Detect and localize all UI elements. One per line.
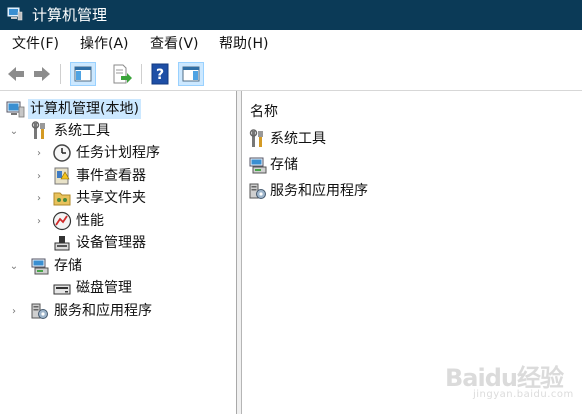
chevron-right-icon[interactable]: › <box>9 307 19 317</box>
event-viewer-icon <box>54 167 70 185</box>
tree-label: 任务计划程序 <box>76 145 160 161</box>
services-icon <box>31 303 48 319</box>
tree-item-device-manager[interactable]: 设备管理器 <box>52 232 146 254</box>
shared-folder-icon <box>53 192 71 206</box>
disk-management-icon <box>53 284 71 295</box>
tree-item-shared-folders[interactable]: 共享文件夹 <box>52 187 146 209</box>
console-tree: 计算机管理(本地) ⌄ 系统工具 › 任务计划程序 › 事件查看器 › 共享文件… <box>0 91 237 414</box>
list-item-label: 存储 <box>270 157 298 173</box>
tree-item-root[interactable]: 计算机管理(本地) <box>6 98 141 120</box>
window-title: 计算机管理 <box>32 6 108 24</box>
tools-icon <box>249 129 263 147</box>
tree-item-system-tools[interactable]: 系统工具 <box>30 120 110 142</box>
performance-icon <box>52 211 72 231</box>
tree-label: 系统工具 <box>54 123 110 139</box>
show-hide-console-tree-icon[interactable] <box>70 62 96 86</box>
baidu-watermark: Baidu经验 jingyan.baidu.com <box>445 356 573 406</box>
tree-label: 存储 <box>54 258 82 274</box>
back-arrow-icon[interactable] <box>5 62 27 86</box>
watermark-text: Baidu经验 <box>445 364 564 392</box>
tools-icon <box>31 121 45 139</box>
clock-icon <box>53 144 71 162</box>
list-item-label: 系统工具 <box>270 131 326 147</box>
tree-label: 共享文件夹 <box>76 190 146 206</box>
services-icon <box>249 183 266 199</box>
chevron-right-icon[interactable]: › <box>34 149 44 159</box>
tree-item-performance[interactable]: 性能 <box>52 210 104 232</box>
menu-action[interactable]: 操作(A) <box>80 35 129 53</box>
tree-item-services-apps[interactable]: 服务和应用程序 <box>30 300 152 322</box>
tree-item-storage[interactable]: 存储 <box>30 255 82 277</box>
watermark-subtext: jingyan.baidu.com <box>473 389 574 400</box>
list-item-label: 服务和应用程序 <box>270 183 368 199</box>
tree-item-event-viewer[interactable]: 事件查看器 <box>52 165 146 187</box>
toolbar-separator <box>60 64 61 84</box>
tree-item-disk-management[interactable]: 磁盘管理 <box>52 277 132 299</box>
toolbar: ? <box>0 58 582 91</box>
tree-label: 磁盘管理 <box>76 280 132 296</box>
column-header-name[interactable]: 名称 <box>250 101 278 121</box>
title-bar: 计算机管理 <box>0 0 582 30</box>
show-hide-action-pane-icon[interactable] <box>178 62 204 86</box>
toolbar-separator <box>141 64 142 84</box>
forward-arrow-icon[interactable] <box>31 62 53 86</box>
list-item-services-apps[interactable]: 服务和应用程序 <box>248 180 368 202</box>
tree-label: 服务和应用程序 <box>54 303 152 319</box>
list-item-system-tools[interactable]: 系统工具 <box>248 128 326 150</box>
svg-text:?: ? <box>156 67 164 83</box>
chevron-down-icon[interactable]: ⌄ <box>9 262 19 272</box>
export-list-icon[interactable] <box>110 62 134 86</box>
computer-management-icon <box>7 7 23 21</box>
chevron-down-icon[interactable]: ⌄ <box>9 127 19 137</box>
chevron-right-icon[interactable]: › <box>34 194 44 204</box>
tree-label: 性能 <box>76 213 104 229</box>
computer-management-icon <box>6 101 25 118</box>
help-icon[interactable]: ? <box>150 62 172 86</box>
chevron-right-icon[interactable]: › <box>34 217 44 227</box>
storage-icon <box>249 157 267 174</box>
storage-icon <box>31 258 49 275</box>
chevron-right-icon[interactable]: › <box>34 172 44 182</box>
device-manager-icon <box>54 236 70 251</box>
menu-bar: 文件(F) 操作(A) 查看(V) 帮助(H) <box>0 30 582 58</box>
tree-label: 计算机管理(本地) <box>28 99 141 119</box>
menu-help[interactable]: 帮助(H) <box>219 35 268 53</box>
list-item-storage[interactable]: 存储 <box>248 154 298 176</box>
menu-view[interactable]: 查看(V) <box>150 35 199 53</box>
tree-label: 设备管理器 <box>76 235 146 251</box>
menu-file[interactable]: 文件(F) <box>12 35 59 53</box>
tree-label: 事件查看器 <box>76 168 146 184</box>
tree-item-task-scheduler[interactable]: 任务计划程序 <box>52 142 160 164</box>
